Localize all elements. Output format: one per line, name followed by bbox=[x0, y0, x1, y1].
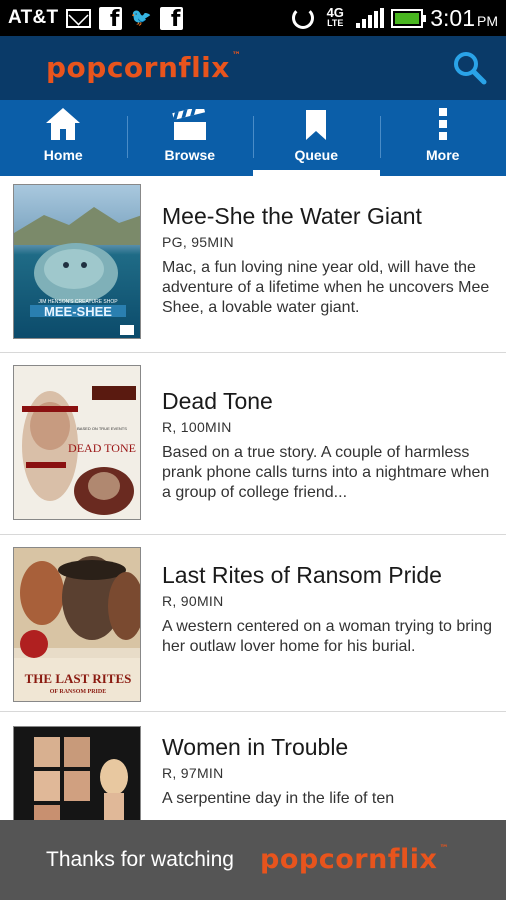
movie-meta: PG, 95MIN bbox=[162, 234, 234, 250]
movie-description: Based on a true story. A couple of harml… bbox=[162, 444, 490, 501]
sync-icon bbox=[292, 7, 315, 29]
tab-more[interactable]: More bbox=[379, 100, 506, 176]
footer-banner[interactable]: Thanks for watching popcornflix ™ bbox=[0, 820, 506, 900]
network-type: 4G LTE bbox=[326, 5, 344, 28]
movie-meta: R, 100MIN bbox=[162, 419, 232, 435]
movie-meta: R, 90MIN bbox=[162, 593, 224, 609]
poster-title: MEE-SHEE bbox=[44, 304, 112, 319]
poster-title: DEAD TONE bbox=[68, 441, 136, 455]
movie-meta: R, 97MIN bbox=[162, 765, 224, 781]
clapperboard-icon bbox=[172, 109, 206, 140]
mail-icon bbox=[66, 8, 92, 28]
list-item[interactable]: THE LAST RITES OF RANSOM PRIDE Last Rite… bbox=[0, 535, 506, 712]
twitter-icon: 🐦 bbox=[130, 8, 152, 27]
signal-icon bbox=[356, 8, 385, 28]
queue-list[interactable]: JIM HENSON'S CREATURE SHOP MEE-SHEE Mee-… bbox=[0, 176, 506, 820]
tab-label: Browse bbox=[164, 147, 216, 163]
search-button[interactable] bbox=[452, 50, 488, 86]
app-header: popcornflix ™ bbox=[0, 36, 506, 100]
movie-poster[interactable]: JIM HENSON'S CREATURE SHOP MEE-SHEE bbox=[13, 184, 141, 339]
tab-bar: Home Browse Queue More bbox=[0, 100, 506, 176]
poster-subtitle: BASED ON TRUE EVENTS bbox=[77, 426, 127, 431]
movie-description: Mac, a fun loving nine year old, will ha… bbox=[162, 259, 490, 316]
list-item[interactable]: JIM HENSON'S CREATURE SHOP MEE-SHEE Mee-… bbox=[0, 176, 506, 353]
movie-title[interactable]: Mee-She the Water Giant bbox=[162, 203, 494, 230]
facebook-icon: f bbox=[99, 6, 123, 32]
tab-home[interactable]: Home bbox=[0, 100, 127, 176]
bookmark-icon bbox=[306, 110, 327, 140]
movie-title[interactable]: Last Rites of Ransom Pride bbox=[162, 562, 494, 589]
overflow-menu-icon bbox=[438, 108, 447, 140]
movie-description: A western centered on a woman trying to … bbox=[162, 618, 492, 655]
movie-title[interactable]: Women in Trouble bbox=[162, 734, 494, 761]
movie-title[interactable]: Dead Tone bbox=[162, 388, 494, 415]
status-bar: AT&T f 🐦 f 4G LTE 3:01 PM bbox=[0, 0, 506, 36]
battery-icon bbox=[391, 8, 427, 28]
carrier-label: AT&T bbox=[8, 7, 59, 28]
tab-queue[interactable]: Queue bbox=[253, 100, 380, 176]
list-item[interactable]: DEAD TONE BASED ON TRUE EVENTS Dead Tone… bbox=[0, 353, 506, 535]
movie-poster[interactable]: DEAD TONE BASED ON TRUE EVENTS bbox=[13, 365, 141, 520]
popcornflix-logo: popcornflix ™ bbox=[46, 51, 242, 84]
poster-title: THE LAST RITES bbox=[25, 671, 132, 686]
poster-subtitle: OF RANSOM PRIDE bbox=[50, 689, 106, 695]
movie-poster[interactable] bbox=[13, 726, 141, 820]
tab-label: Home bbox=[43, 147, 83, 163]
movie-poster[interactable]: THE LAST RITES OF RANSOM PRIDE bbox=[13, 547, 141, 702]
tab-browse[interactable]: Browse bbox=[126, 100, 254, 176]
popcornflix-logo: popcornflix ™ bbox=[260, 844, 449, 875]
list-item[interactable]: Women in Trouble R, 97MIN A serpentine d… bbox=[0, 712, 506, 820]
tab-label: More bbox=[426, 147, 460, 163]
home-icon bbox=[46, 108, 81, 140]
clock: 3:01 PM bbox=[430, 4, 498, 31]
facebook-icon: f bbox=[160, 6, 184, 32]
tab-label: Queue bbox=[294, 147, 339, 163]
movie-description: A serpentine day in the life of ten bbox=[162, 790, 395, 807]
footer-text: Thanks for watching bbox=[46, 848, 234, 871]
search-icon bbox=[454, 52, 487, 85]
